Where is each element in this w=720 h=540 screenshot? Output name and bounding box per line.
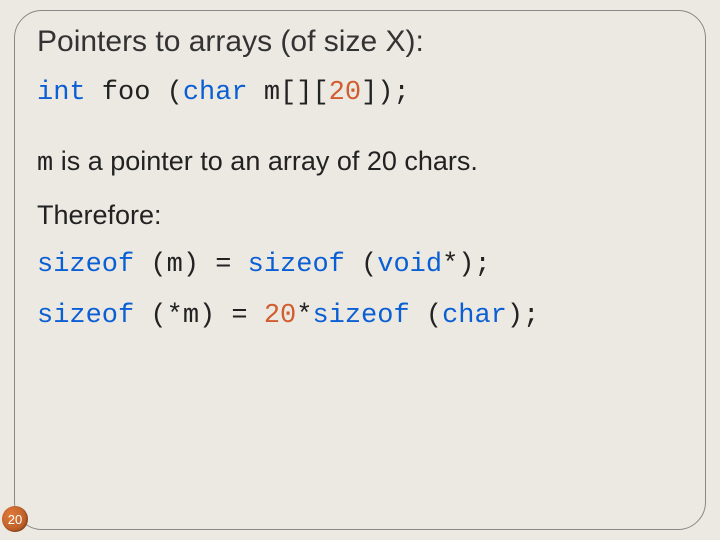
sz2-mid1: (*m) = — [134, 301, 264, 331]
keyword-sizeof: sizeof — [248, 250, 345, 280]
keyword-sizeof: sizeof — [37, 250, 134, 280]
sz1-tail: *); — [442, 250, 491, 280]
num-20: 20 — [264, 301, 296, 331]
keyword-int: int — [37, 78, 86, 108]
sz2-mid2: ( — [410, 301, 442, 331]
slide-frame: Pointers to arrays (of size X): int foo … — [14, 10, 706, 530]
explanation-text: is a pointer to an array of 20 chars. — [53, 146, 478, 176]
decl-fn: foo ( — [86, 78, 183, 108]
code-declaration: int foo (char m[][20]); — [37, 75, 683, 111]
keyword-char: char — [183, 78, 248, 108]
explanation-line: m is a pointer to an array of 20 chars. — [37, 143, 683, 182]
sz1-mid2: ( — [345, 250, 377, 280]
decl-dim: 20 — [329, 78, 361, 108]
keyword-void: void — [377, 250, 442, 280]
sz2-tail: ); — [507, 301, 539, 331]
page-number-badge: 20 — [2, 506, 28, 532]
sz1-mid1: (m) = — [134, 250, 247, 280]
slide-title: Pointers to arrays (of size X): — [37, 25, 683, 59]
decl-param: m[][ — [248, 78, 329, 108]
sz2-star: * — [296, 301, 312, 331]
var-m: m — [37, 149, 53, 179]
therefore-line: Therefore: — [37, 197, 683, 233]
keyword-sizeof: sizeof — [312, 301, 409, 331]
decl-tail: ]); — [361, 78, 410, 108]
sizeof-line-2: sizeof (*m) = 20*sizeof (char); — [37, 298, 683, 334]
sizeof-line-1: sizeof (m) = sizeof (void*); — [37, 247, 683, 283]
keyword-sizeof: sizeof — [37, 301, 134, 331]
keyword-char: char — [442, 301, 507, 331]
